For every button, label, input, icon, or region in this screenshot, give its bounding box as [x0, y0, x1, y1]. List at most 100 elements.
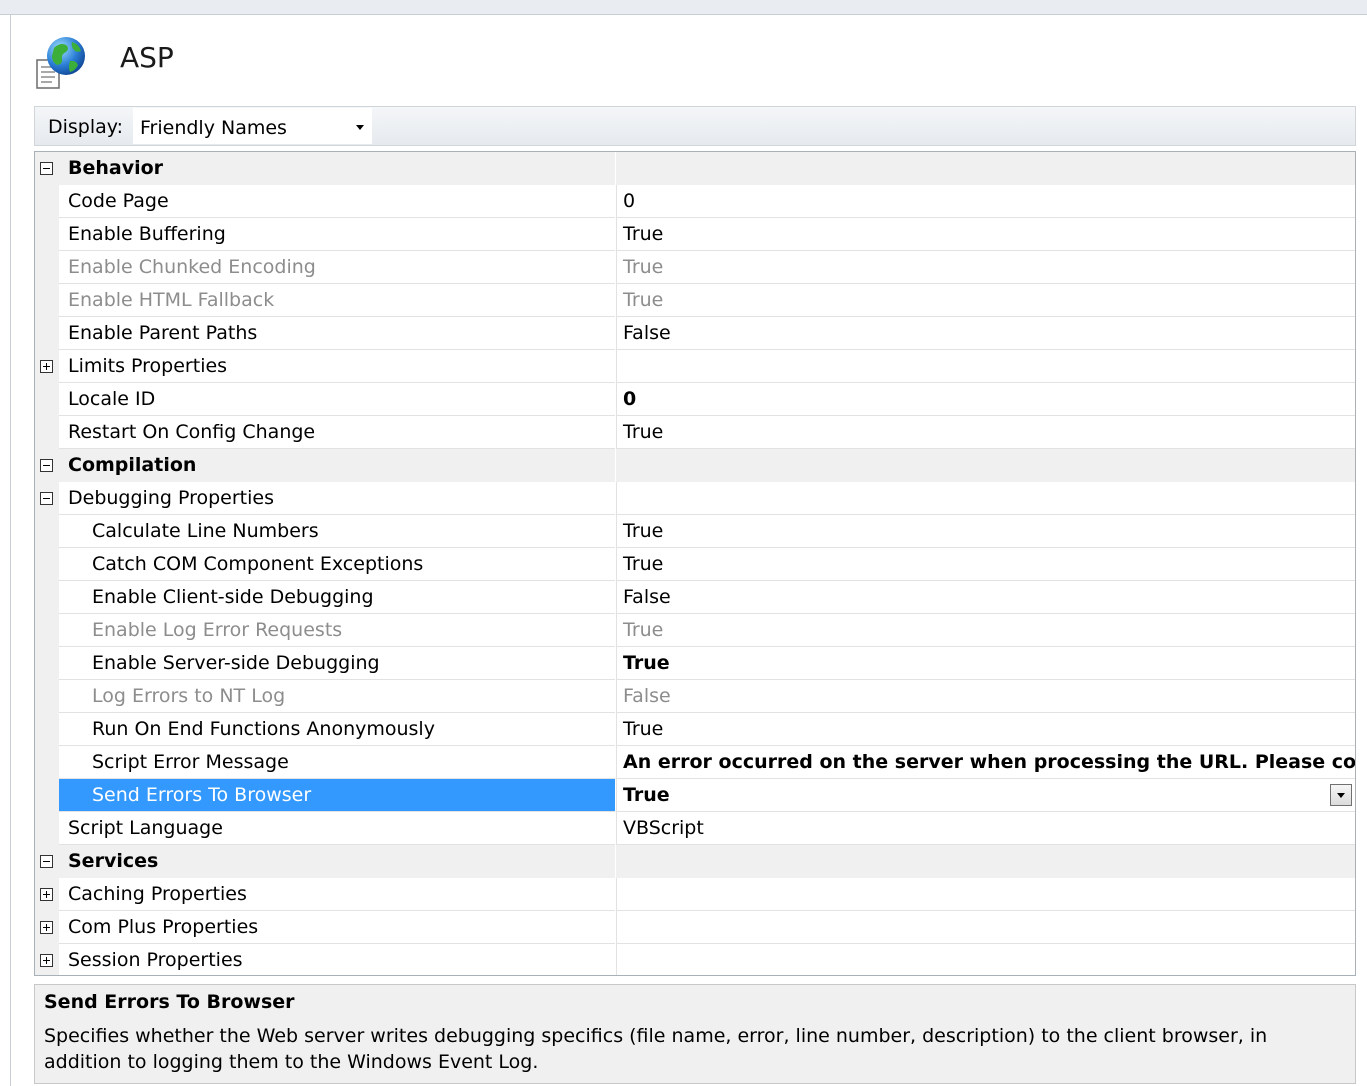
- property-row[interactable]: Script Language VBScript: [35, 812, 1355, 845]
- property-name-cell[interactable]: Caching Properties: [59, 878, 615, 911]
- property-row[interactable]: Catch COM Component Exceptions True: [35, 548, 1355, 581]
- property-row[interactable]: Debugging Properties: [35, 482, 1355, 515]
- category-name-cell[interactable]: Behavior: [59, 152, 615, 185]
- property-name-cell[interactable]: Enable Server-side Debugging: [59, 647, 615, 680]
- property-name-cell[interactable]: Debugging Properties: [59, 482, 615, 515]
- property-name-cell[interactable]: Calculate Line Numbers: [59, 515, 615, 548]
- property-value-cell[interactable]: False: [616, 680, 1355, 713]
- property-row[interactable]: Enable Server-side Debugging True: [35, 647, 1355, 680]
- category-row[interactable]: Services: [35, 845, 1355, 878]
- property-name-cell[interactable]: Script Language: [59, 812, 615, 845]
- collapse-icon[interactable]: [40, 162, 53, 175]
- property-value-cell[interactable]: True: [616, 548, 1355, 581]
- collapse-icon[interactable]: [40, 855, 53, 868]
- property-value-cell[interactable]: True: [616, 614, 1355, 647]
- page-header: ASP: [34, 30, 634, 90]
- property-name-cell[interactable]: Limits Properties: [59, 350, 615, 383]
- property-value: True: [623, 553, 664, 575]
- property-row[interactable]: Com Plus Properties: [35, 911, 1355, 944]
- expand-icon[interactable]: [40, 921, 53, 934]
- property-row[interactable]: Locale ID 0: [35, 383, 1355, 416]
- expand-icon[interactable]: [40, 888, 53, 901]
- row-gutter: [35, 548, 59, 581]
- property-row[interactable]: Enable Buffering True: [35, 218, 1355, 251]
- property-value-cell[interactable]: False: [616, 317, 1355, 350]
- category-name-cell[interactable]: Compilation: [59, 449, 615, 482]
- property-row[interactable]: Calculate Line Numbers True: [35, 515, 1355, 548]
- row-gutter: [35, 185, 59, 218]
- property-value-cell[interactable]: [616, 482, 1355, 515]
- property-value-cell[interactable]: True: [616, 779, 1355, 812]
- property-value: True: [623, 289, 664, 311]
- property-row[interactable]: Session Properties: [35, 944, 1355, 975]
- property-row[interactable]: Log Errors to NT Log False: [35, 680, 1355, 713]
- category-row[interactable]: Behavior: [35, 152, 1355, 185]
- collapse-icon[interactable]: [40, 459, 53, 472]
- property-row[interactable]: Run On End Functions Anonymously True: [35, 713, 1355, 746]
- property-row[interactable]: Script Error Message An error occurred on…: [35, 746, 1355, 779]
- property-label: Locale ID: [68, 388, 156, 410]
- row-gutter: [35, 350, 59, 383]
- expand-icon[interactable]: [40, 954, 53, 967]
- property-label: Script Error Message: [92, 751, 289, 773]
- property-name-cell[interactable]: Enable Parent Paths: [59, 317, 615, 350]
- property-value-cell[interactable]: True: [616, 416, 1355, 449]
- property-row[interactable]: Caching Properties: [35, 878, 1355, 911]
- property-value-cell[interactable]: [616, 878, 1355, 911]
- property-name-cell[interactable]: Session Properties: [59, 944, 615, 975]
- property-label: Debugging Properties: [68, 487, 274, 509]
- property-row[interactable]: Limits Properties: [35, 350, 1355, 383]
- expand-icon[interactable]: [40, 360, 53, 373]
- property-name-cell[interactable]: Code Page: [59, 185, 615, 218]
- property-row[interactable]: Enable Parent Paths False: [35, 317, 1355, 350]
- property-row[interactable]: Enable Chunked Encoding True: [35, 251, 1355, 284]
- display-select[interactable]: Friendly Names: [133, 108, 372, 144]
- property-name-cell[interactable]: Enable Log Error Requests: [59, 614, 615, 647]
- property-value-cell[interactable]: [616, 350, 1355, 383]
- property-label: Enable Server-side Debugging: [92, 652, 380, 674]
- property-value-cell[interactable]: 0: [616, 383, 1355, 416]
- category-row[interactable]: Compilation: [35, 449, 1355, 482]
- property-label: Restart On Config Change: [68, 421, 316, 443]
- property-name-cell[interactable]: Locale ID: [59, 383, 615, 416]
- display-label: Display:: [48, 116, 124, 138]
- property-value-cell[interactable]: True: [616, 218, 1355, 251]
- property-name-cell[interactable]: Com Plus Properties: [59, 911, 615, 944]
- property-value-cell[interactable]: VBScript: [616, 812, 1355, 845]
- property-row[interactable]: Enable Log Error Requests True: [35, 614, 1355, 647]
- property-name-cell[interactable]: Log Errors to NT Log: [59, 680, 615, 713]
- property-name-cell[interactable]: Restart On Config Change: [59, 416, 615, 449]
- property-name-cell[interactable]: Enable Buffering: [59, 218, 615, 251]
- property-row[interactable]: Enable Client-side Debugging False: [35, 581, 1355, 614]
- category-name-cell[interactable]: Services: [59, 845, 615, 878]
- property-name-cell[interactable]: Enable HTML Fallback: [59, 284, 615, 317]
- property-name-cell[interactable]: Script Error Message: [59, 746, 615, 779]
- property-name-cell[interactable]: Enable Client-side Debugging: [59, 581, 615, 614]
- property-value: True: [623, 256, 664, 278]
- property-row[interactable]: Restart On Config Change True: [35, 416, 1355, 449]
- property-value-cell[interactable]: False: [616, 581, 1355, 614]
- property-row[interactable]: Code Page 0: [35, 185, 1355, 218]
- property-value: True: [623, 784, 670, 806]
- property-row[interactable]: Enable HTML Fallback True: [35, 284, 1355, 317]
- property-value-cell[interactable]: [616, 944, 1355, 975]
- property-name-cell[interactable]: Run On End Functions Anonymously: [59, 713, 615, 746]
- property-value-cell[interactable]: True: [616, 713, 1355, 746]
- property-value-cell[interactable]: 0: [616, 185, 1355, 218]
- property-label: Script Language: [68, 817, 223, 839]
- property-grid: Behavior Code Page 0 Enable Buffering True En…: [34, 151, 1356, 976]
- row-gutter: [35, 317, 59, 350]
- property-name-cell[interactable]: Enable Chunked Encoding: [59, 251, 615, 284]
- collapse-icon[interactable]: [40, 492, 53, 505]
- property-row[interactable]: Send Errors To Browser True: [35, 779, 1355, 812]
- property-name-cell[interactable]: Send Errors To Browser: [59, 779, 615, 812]
- property-name-cell[interactable]: Catch COM Component Exceptions: [59, 548, 615, 581]
- property-value-cell[interactable]: True: [616, 515, 1355, 548]
- property-value-cell[interactable]: An error occurred on the server when pro…: [616, 746, 1355, 779]
- property-value-cell[interactable]: True: [616, 251, 1355, 284]
- value-dropdown-button[interactable]: [1330, 784, 1352, 806]
- property-value-cell[interactable]: True: [616, 284, 1355, 317]
- row-gutter: [35, 152, 59, 185]
- property-value-cell[interactable]: [616, 911, 1355, 944]
- property-value-cell[interactable]: True: [616, 647, 1355, 680]
